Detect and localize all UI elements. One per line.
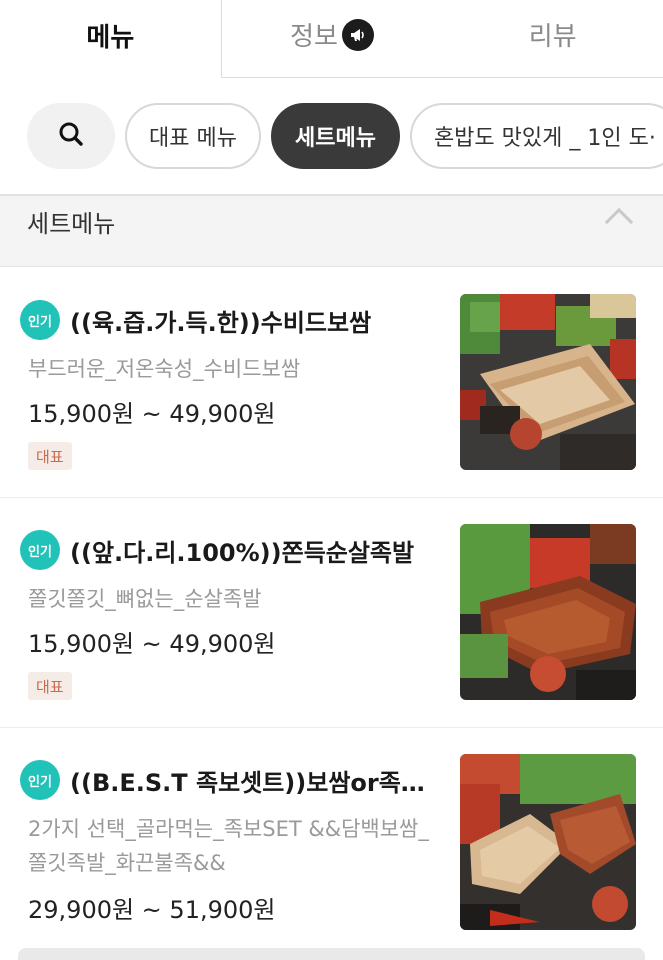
tab-info-label: 정보 — [290, 22, 338, 52]
menu-item-name: ((육.즙.가.득.한))수비드보쌈 — [70, 308, 372, 337]
tab-review[interactable]: 리뷰 — [442, 0, 663, 78]
popular-badge: 인기 — [20, 300, 60, 340]
chip-label: 세트메뉴 — [294, 126, 376, 151]
popular-badge: 인기 — [20, 760, 60, 800]
category-chip-row: 대표 메뉴 세트메뉴 혼밥도 맛있게 _ 1인 도· — [27, 103, 663, 169]
search-button[interactable] — [27, 103, 115, 169]
menu-item-description: 2가지 선택_골라먹는_족보SET &&담백보쌈_쫄깃족발_화끈불족&& — [28, 817, 429, 875]
search-icon — [57, 120, 85, 152]
menu-item-name: ((B.E.S.T 족보셋트))보쌈or족… — [70, 768, 425, 797]
menu-item-photo — [460, 754, 636, 930]
chip-set-menu[interactable]: 세트메뉴 — [270, 103, 400, 169]
menu-item[interactable]: 인기 ((B.E.S.T 족보셋트))보쌈or족… 2가지 선택_골라먹는_족보… — [0, 728, 663, 933]
menu-item-description: 쫄깃쫄깃_뼈없는_순살족발 — [28, 587, 262, 611]
representative-tag: 대표 — [28, 672, 72, 700]
tab-review-label: 리뷰 — [528, 22, 577, 52]
chip-main-menu[interactable]: 대표 메뉴 — [125, 103, 261, 169]
menu-item-description: 부드러운_저온숙성_수비드보쌈 — [28, 357, 301, 381]
tab-info[interactable]: 정보 — [221, 0, 443, 78]
menu-item[interactable]: 인기 ((앞.다.리.100%))쫀득순살족발 쫄깃쫄깃_뼈없는_순살족발 15… — [0, 498, 663, 728]
megaphone-icon — [341, 18, 374, 51]
menu-item-photo — [460, 524, 636, 700]
tab-menu-label: 메뉴 — [86, 22, 135, 53]
menu-item-photo — [460, 294, 636, 470]
representative-tag: 대표 — [28, 442, 72, 470]
menu-item-name: ((앞.다.리.100%))쫀득순살족발 — [70, 538, 415, 567]
section-header[interactable]: 세트메뉴 — [0, 194, 663, 267]
chevron-up-icon[interactable] — [604, 207, 634, 237]
chip-label: 대표 메뉴 — [149, 126, 237, 151]
bottom-bar[interactable] — [18, 948, 645, 960]
chip-solo-menu[interactable]: 혼밥도 맛있게 _ 1인 도· — [409, 103, 663, 169]
menu-item-price: 29,900원 ~ 51,900원 — [28, 896, 276, 924]
menu-item-price: 15,900원 ~ 49,900원 — [28, 630, 276, 658]
tab-bar: 메뉴 정보 리뷰 — [0, 0, 663, 78]
chip-label: 혼밥도 맛있게 _ 1인 도· — [433, 126, 656, 151]
popular-badge: 인기 — [20, 530, 60, 570]
tab-menu[interactable]: 메뉴 — [0, 0, 222, 78]
menu-item-price: 15,900원 ~ 49,900원 — [28, 400, 276, 428]
section-title: 세트메뉴 — [27, 210, 116, 238]
menu-item[interactable]: 인기 ((육.즙.가.득.한))수비드보쌈 부드러운_저온숙성_수비드보쌈 15… — [0, 268, 663, 498]
